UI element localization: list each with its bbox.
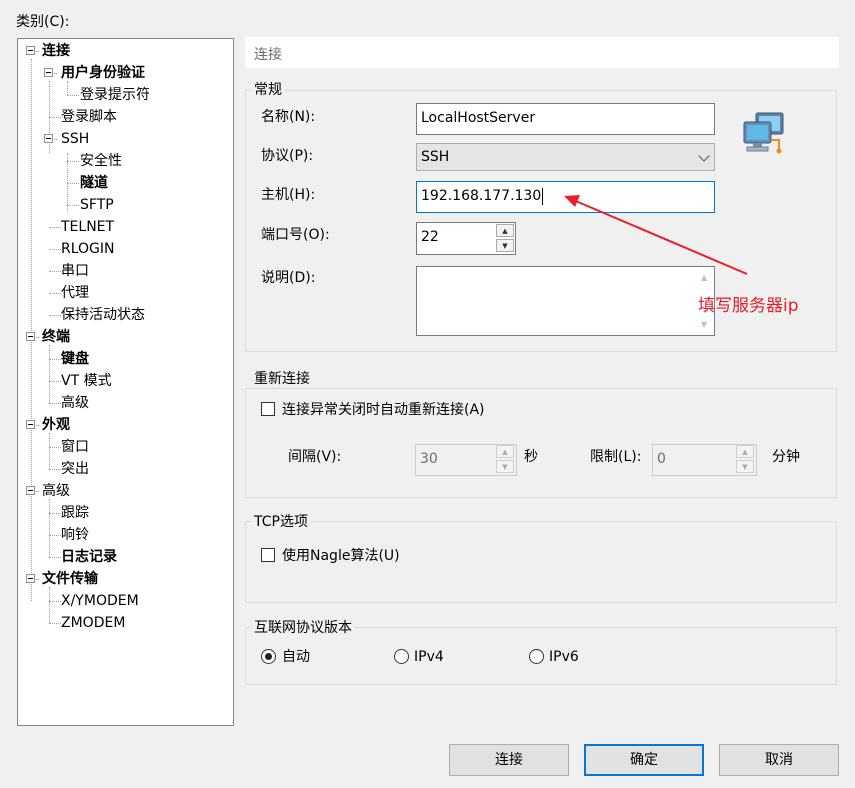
tree-item-security[interactable]: 安全性 [80,151,122,171]
tree-item-vt-mode[interactable]: VT 模式 [61,371,112,391]
ok-button[interactable]: 确定 [584,744,704,776]
tree-item-keep-alive[interactable]: 保持活动状态 [61,305,145,325]
radio-ipv4-label[interactable]: IPv4 [414,647,444,667]
tree-item-trace[interactable]: 跟踪 [61,503,89,523]
interval-spinner[interactable]: ▲ ▼ [496,445,516,475]
radio-auto-label[interactable]: 自动 [282,647,310,667]
tree-item-telnet[interactable]: TELNET [61,217,114,237]
tree-item-sftp[interactable]: SFTP [80,195,114,215]
collapse-terminal-icon[interactable] [26,332,35,341]
category-label: 类别(C): [16,14,70,30]
tree-item-ssh[interactable]: SSH [61,129,89,149]
interval-up-icon[interactable]: ▲ [496,445,514,458]
section-header: 连接 [245,37,839,68]
limit-down-icon[interactable]: ▼ [736,460,754,473]
port-spinner[interactable]: ▲ ▼ [496,224,516,253]
tree-item-login-scripts[interactable]: 登录脚本 [61,107,117,127]
tree-item-window[interactable]: 窗口 [61,437,89,457]
collapse-connection-icon[interactable] [26,46,35,55]
text-cursor [542,187,544,205]
host-label: 主机(H): [261,187,316,203]
tree-item-file-transfer[interactable]: 文件传输 [42,569,98,589]
nagle-checkbox[interactable] [261,548,275,562]
reconnect-group-title: 重新连接 [251,368,313,388]
tree-item-bell[interactable]: 响铃 [61,525,89,545]
port-down-icon[interactable]: ▼ [496,239,514,252]
network-computers-icon [743,112,784,154]
collapse-file-transfer-icon[interactable] [26,574,35,583]
interval-label: 间隔(V): [288,449,342,465]
port-label: 端口号(O): [261,227,330,243]
tree-item-serial[interactable]: 串口 [61,261,89,281]
tree-item-keyboard[interactable]: 键盘 [61,349,89,369]
annotation-arrow-icon [564,195,748,275]
collapse-ssh-icon[interactable] [44,134,53,143]
radio-ipv6[interactable] [529,649,544,664]
chevron-down-icon [698,150,710,162]
tree-item-terminal[interactable]: 终端 [42,327,70,347]
interval-unit: 秒 [524,449,538,465]
host-input-value: 192.168.177.130 [421,188,542,204]
category-tree[interactable]: 连接 用户身份验证 登录提示符 登录脚本 SSH 安全性 隧道 SFTP TEL… [17,38,234,726]
tree-item-login-prompts[interactable]: 登录提示符 [80,85,150,105]
limit-unit: 分钟 [772,449,800,465]
limit-spinner[interactable]: ▲ ▼ [736,445,756,475]
tree-item-connection[interactable]: 连接 [42,41,70,61]
tcp-group-title: TCP选项 [251,511,311,531]
tree-item-tunneling[interactable]: 隧道 [80,173,108,193]
tree-item-rlogin[interactable]: RLOGIN [61,239,115,259]
limit-up-icon[interactable]: ▲ [736,445,754,458]
general-group-title: 常规 [251,79,285,99]
collapse-auth-icon[interactable] [44,68,53,77]
auto-reconnect-checkbox[interactable] [261,402,275,416]
collapse-appearance-icon[interactable] [26,420,35,429]
tree-item-user-auth[interactable]: 用户身份验证 [61,63,145,83]
protocol-label: 协议(P): [261,148,314,164]
auto-reconnect-label[interactable]: 连接异常关闭时自动重新连接(A) [282,400,485,420]
tree-item-appearance[interactable]: 外观 [42,415,70,435]
collapse-advanced-icon[interactable] [26,486,35,495]
cancel-button[interactable]: 取消 [719,744,839,776]
tree-item-advanced[interactable]: 高级 [42,481,70,501]
tree-item-terminal-advanced[interactable]: 高级 [61,393,89,413]
limit-input-value: 0 [657,451,666,467]
interval-down-icon[interactable]: ▼ [496,460,514,473]
port-up-icon[interactable]: ▲ [496,224,514,237]
limit-label: 限制(L): [590,449,642,465]
name-input[interactable]: LocalHostServer [416,103,715,135]
description-label: 说明(D): [261,270,316,286]
port-input-value: 22 [421,229,439,245]
annotation-text: 填写服务器ip [698,296,799,316]
tree-item-logging[interactable]: 日志记录 [61,547,117,567]
scroll-down-icon[interactable]: ▼ [701,320,707,329]
tree-item-proxy[interactable]: 代理 [61,283,89,303]
protocol-select-value: SSH [421,149,450,165]
name-label: 名称(N): [261,109,316,125]
connect-button[interactable]: 连接 [449,744,569,776]
ip-version-group-title: 互联网协议版本 [251,617,355,637]
tree-item-zmodem[interactable]: ZMODEM [61,613,125,633]
tree-item-highlight[interactable]: 突出 [61,459,89,479]
radio-auto[interactable] [261,649,276,664]
interval-input-value: 30 [420,451,438,467]
radio-ipv4[interactable] [394,649,409,664]
nagle-label[interactable]: 使用Nagle算法(U) [282,546,400,566]
tree-item-xymodem[interactable]: X/YMODEM [61,591,139,611]
radio-ipv6-label[interactable]: IPv6 [549,647,579,667]
protocol-select[interactable]: SSH [416,143,715,171]
